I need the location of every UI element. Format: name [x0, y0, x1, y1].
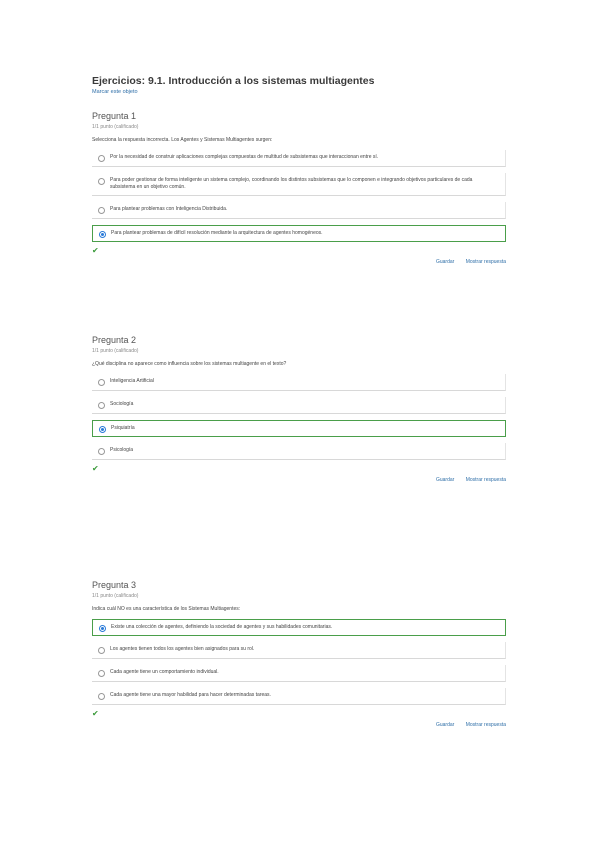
answer-option[interactable]: Por la necesidad de construir aplicacion… [92, 150, 506, 167]
question-actions: Guardar Mostrar respuesta [92, 258, 506, 266]
answer-option[interactable]: Cada agente tiene una mayor habilidad pa… [92, 688, 506, 705]
radio-icon[interactable] [98, 402, 105, 409]
answer-option-selected[interactable]: Para plantear problemas de difícil resol… [92, 225, 506, 242]
question-actions: Guardar Mostrar respuesta [92, 721, 506, 729]
answer-option-selected[interactable]: Psiquiatría [92, 420, 506, 437]
answer-option[interactable]: Para plantear problemas con Inteligencia… [92, 202, 506, 219]
question-prompt: ¿Qué disciplina no aparece como influenc… [92, 361, 287, 367]
show-answer-button[interactable]: Mostrar respuesta [466, 259, 506, 265]
question-title: Pregunta 2 [92, 335, 137, 345]
option-label: Cada agente tiene un comportamiento indi… [110, 669, 219, 675]
question-status: 1/1 punto (calificado) [92, 124, 139, 130]
answer-option[interactable]: Los agentes tienen todos los agentes bie… [92, 642, 506, 659]
radio-icon[interactable] [98, 693, 105, 700]
radio-icon[interactable] [99, 625, 106, 632]
radio-icon[interactable] [99, 231, 106, 238]
option-label: Para plantear problemas con Inteligencia… [110, 206, 228, 212]
check-icon: ✔ [92, 709, 99, 718]
answer-option[interactable]: Cada agente tiene un comportamiento indi… [92, 665, 506, 682]
question-2: Pregunta 2 1/1 punto (calificado) ¿Qué d… [92, 335, 506, 484]
option-label: Psiquiatría [111, 425, 135, 431]
bookmark-link[interactable]: Marcar este objeto [92, 89, 138, 95]
radio-icon[interactable] [98, 448, 105, 455]
save-button[interactable]: Guardar [436, 259, 454, 265]
radio-icon[interactable] [98, 178, 105, 185]
option-label: Cada agente tiene una mayor habilidad pa… [110, 692, 271, 698]
show-answer-button[interactable]: Mostrar respuesta [466, 477, 506, 483]
show-answer-button[interactable]: Mostrar respuesta [466, 722, 506, 728]
option-label: Sociología [110, 401, 134, 407]
answer-option[interactable]: Psicología [92, 443, 506, 460]
answer-option[interactable]: Sociología [92, 397, 506, 414]
radio-icon[interactable] [98, 670, 105, 677]
option-label: Los agentes tienen todos los agentes bie… [110, 646, 255, 652]
radio-icon[interactable] [99, 426, 106, 433]
radio-icon[interactable] [98, 379, 105, 386]
question-1: Pregunta 1 1/1 punto (calificado) Selecc… [92, 111, 506, 266]
option-label: Por la necesidad de construir aplicacion… [110, 154, 379, 160]
answer-option[interactable]: Inteligencia Artificial [92, 374, 506, 391]
check-icon: ✔ [92, 246, 99, 255]
page-title: Ejercicios: 9.1. Introducción a los sist… [92, 75, 375, 87]
radio-icon[interactable] [98, 155, 105, 162]
answer-option[interactable]: Para poder gestionar de forma inteligent… [92, 173, 506, 196]
question-status: 1/1 punto (calificado) [92, 348, 139, 354]
radio-icon[interactable] [98, 207, 105, 214]
question-actions: Guardar Mostrar respuesta [92, 476, 506, 484]
question-title: Pregunta 1 [92, 111, 137, 121]
question-prompt: Indica cuál NO es una característica de … [92, 606, 241, 612]
answer-option-selected[interactable]: Existe una colección de agentes, definie… [92, 619, 506, 636]
radio-icon[interactable] [98, 647, 105, 654]
option-label: Inteligencia Artificial [110, 378, 154, 384]
question-status: 1/1 punto (calificado) [92, 593, 139, 599]
option-label: Para poder gestionar de forma inteligent… [110, 177, 473, 190]
save-button[interactable]: Guardar [436, 477, 454, 483]
option-label: Psicología [110, 447, 134, 453]
question-title: Pregunta 3 [92, 580, 137, 590]
option-label: Para plantear problemas de difícil resol… [111, 230, 323, 236]
option-label: Existe una colección de agentes, definie… [111, 624, 333, 630]
save-button[interactable]: Guardar [436, 722, 454, 728]
check-icon: ✔ [92, 464, 99, 473]
question-prompt: Selecciona la respuesta incorrecta. Los … [92, 137, 273, 143]
question-3: Pregunta 3 1/1 punto (calificado) Indica… [92, 580, 506, 729]
